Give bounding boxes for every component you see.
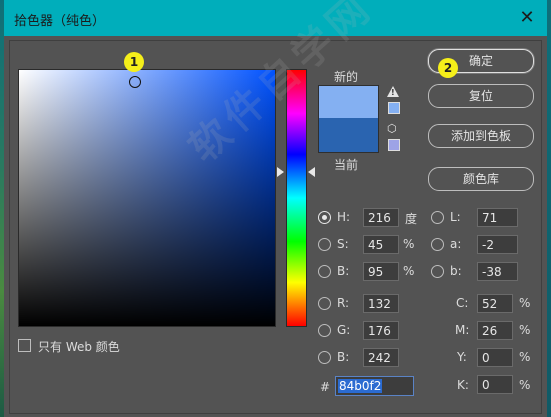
red-label: R: <box>337 296 350 310</box>
hue-slider-handle-left[interactable] <box>277 167 284 177</box>
current-color-swatch[interactable] <box>318 118 379 153</box>
lab-a-label: a: <box>450 237 462 251</box>
web-safe-color-swatch[interactable] <box>388 139 400 151</box>
saturation-label: S: <box>337 237 349 251</box>
magenta-unit: % <box>519 323 531 337</box>
hue-input[interactable]: 216 <box>363 208 399 227</box>
new-color-label: 新的 <box>334 70 359 84</box>
magenta-label: M: <box>455 323 470 337</box>
yellow-label: Y: <box>457 350 467 364</box>
cube-icon[interactable]: ⬡ <box>387 123 399 135</box>
lab-l-radio[interactable] <box>431 211 444 224</box>
saturation-input[interactable]: 45 <box>363 235 399 254</box>
lab-l-input[interactable]: 71 <box>477 208 518 227</box>
warning-exclamation: ! <box>391 88 395 97</box>
current-color-label: 当前 <box>334 158 359 172</box>
black-input[interactable]: 0 <box>477 375 513 394</box>
saturation-radio[interactable] <box>318 238 331 251</box>
add-to-swatches-button[interactable]: 添加到色板 <box>428 124 534 148</box>
hue-unit: 度 <box>405 212 418 226</box>
hex-input[interactable]: 84b0f2 <box>335 376 414 396</box>
hue-slider[interactable] <box>286 69 307 327</box>
cyan-unit: % <box>519 296 531 310</box>
saturation-unit: % <box>403 237 415 251</box>
color-libraries-button[interactable]: 颜色库 <box>428 167 534 191</box>
green-radio[interactable] <box>318 324 331 337</box>
black-unit: % <box>519 378 531 392</box>
close-icon[interactable]: ✕ <box>515 6 539 30</box>
lab-b-radio[interactable] <box>431 265 444 278</box>
magenta-input[interactable]: 26 <box>477 321 513 340</box>
hex-label: # <box>320 380 331 394</box>
brightness-input[interactable]: 95 <box>363 262 399 281</box>
yellow-input[interactable]: 0 <box>477 348 513 367</box>
green-label: G: <box>337 323 351 337</box>
red-input[interactable]: 132 <box>363 294 399 313</box>
reset-button[interactable]: 复位 <box>428 84 534 108</box>
blue-label: B: <box>337 350 350 364</box>
red-radio[interactable] <box>318 297 331 310</box>
lab-b-label: b: <box>450 264 462 278</box>
hue-radio[interactable] <box>318 211 331 224</box>
blue-input[interactable]: 242 <box>363 348 399 367</box>
dialog-title: 拾色器（纯色） <box>14 14 106 29</box>
brightness-radio[interactable] <box>318 265 331 278</box>
lab-a-radio[interactable] <box>431 238 444 251</box>
hue-slider-handle-right[interactable] <box>308 167 315 177</box>
annotation-badge-2: 2 <box>438 58 458 78</box>
hue-label: H: <box>337 210 351 224</box>
title-bar: 拾色器（纯色） ✕ <box>4 0 547 36</box>
gamut-color-swatch[interactable] <box>388 102 400 114</box>
blue-radio[interactable] <box>318 351 331 364</box>
green-input[interactable]: 176 <box>363 321 399 340</box>
color-picker-dialog: 拾色器（纯色） ✕ 1 新的 当前 ! ⬡ 确定 2 复位 添加到色板 颜色库 … <box>4 0 551 417</box>
cyan-label: C: <box>456 296 469 310</box>
hex-value: 84b0f2 <box>338 379 383 393</box>
black-label: K: <box>457 378 469 392</box>
brightness-label: B: <box>337 264 350 278</box>
web-colors-only-label: 只有 Web 颜色 <box>38 340 120 354</box>
annotation-badge-1: 1 <box>124 52 144 72</box>
color-picker-cursor[interactable] <box>129 76 141 88</box>
cyan-input[interactable]: 52 <box>477 294 513 313</box>
lab-b-input[interactable]: -38 <box>477 262 518 281</box>
new-color-swatch <box>318 85 379 119</box>
yellow-unit: % <box>519 350 531 364</box>
lab-a-input[interactable]: -2 <box>477 235 518 254</box>
brightness-unit: % <box>403 264 415 278</box>
web-colors-only-checkbox[interactable] <box>18 339 31 352</box>
lab-l-label: L: <box>450 210 461 224</box>
